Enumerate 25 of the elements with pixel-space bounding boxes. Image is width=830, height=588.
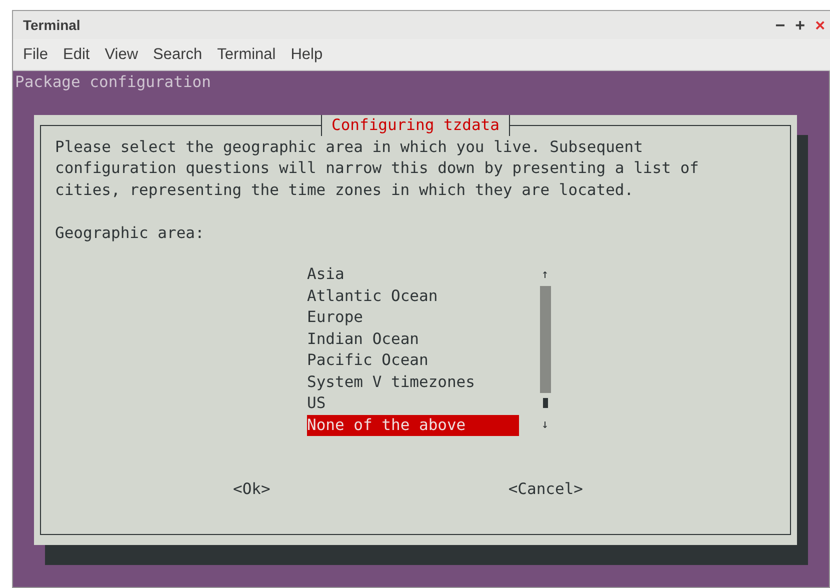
scroll-down-arrow[interactable]: ↓ xyxy=(541,414,549,436)
menu-item[interactable]: Help xyxy=(284,42,330,66)
scroll-up-arrow[interactable]: ↑ xyxy=(541,264,549,286)
window-title: Terminal xyxy=(23,16,80,34)
list-item[interactable]: Atlantic Ocean xyxy=(307,286,519,307)
menu-item[interactable]: File xyxy=(16,42,55,66)
menu-item[interactable]: Search xyxy=(146,42,210,66)
dialog-message: Please select the geographic area in which you live. Subsequent configuration questions will narrow this down by presenting a list of cities, representing the time zones in which they are located. xyxy=(55,136,699,200)
list-item[interactable]: None of the above xyxy=(307,414,519,436)
list-item[interactable]: US xyxy=(307,393,519,414)
menu-item[interactable]: View xyxy=(98,42,146,66)
terminal-heading: Package configuration xyxy=(14,72,212,93)
scroll-position-icon xyxy=(542,398,548,408)
cancel-button[interactable]: <Cancel> xyxy=(508,479,583,500)
ok-button[interactable]: <Ok> xyxy=(233,479,270,500)
dialog-title: Configuring tzdata xyxy=(320,114,510,136)
menu-item[interactable]: Edit xyxy=(56,42,97,66)
menu-item[interactable]: Terminal xyxy=(210,42,283,66)
list-item[interactable]: System V timezones xyxy=(307,372,519,393)
list-item[interactable]: Indian Ocean xyxy=(307,328,519,350)
list-item[interactable]: Pacific Ocean xyxy=(307,350,519,372)
scrollbar-thumb[interactable] xyxy=(540,286,550,392)
field-label: Geographic area: xyxy=(54,222,206,244)
list-item[interactable]: Europe xyxy=(307,307,519,328)
list-item[interactable]: Asia xyxy=(307,264,519,286)
